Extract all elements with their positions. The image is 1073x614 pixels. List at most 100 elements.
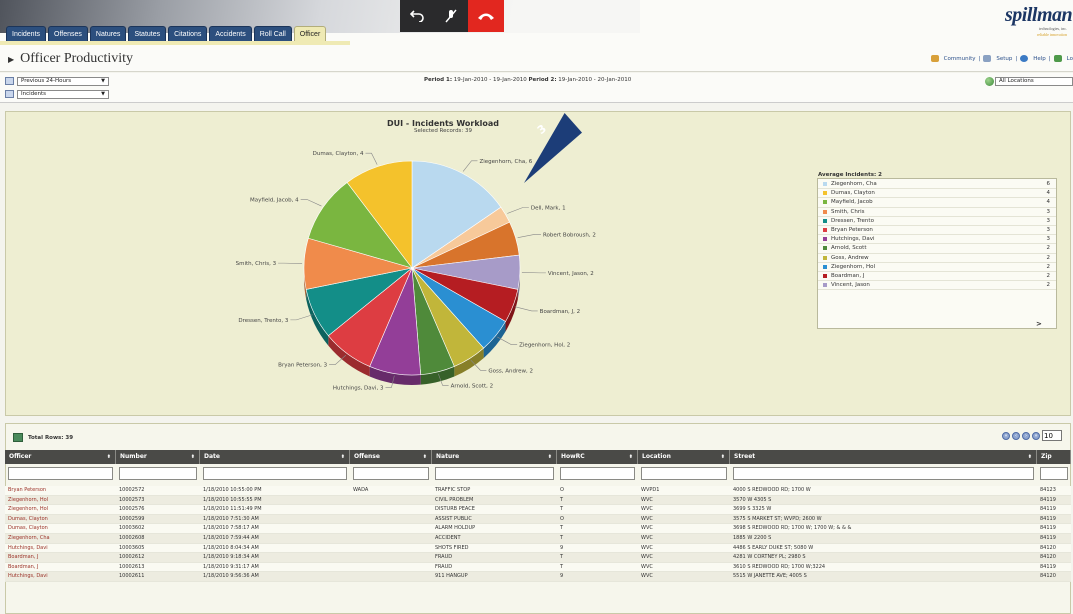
legend-item[interactable]: Ziegenhorn, Cha 6 [818,180,1056,190]
column-header-officer[interactable]: Officer ⬍ [5,450,116,464]
legend-item-value: 3 [1046,208,1051,215]
next-page-icon[interactable]: › [1022,431,1030,440]
cell-officer[interactable]: Hutchings, Davi [8,572,48,581]
app-window: Incidents Offenses Natures Statutes Citation… [0,0,1073,614]
legend-item-value: 2 [1046,263,1051,270]
cell-date: 1/18/2010 8:04:34 AM [203,544,259,551]
legend-item[interactable]: Dressen, Trento 3 [818,217,1056,226]
column-header-label: Number [120,453,147,460]
legend-swatch [823,255,827,260]
column-filter-input[interactable] [641,467,727,480]
cell-date: 1/18/2010 7:58:17 AM [203,525,259,532]
cell-officer[interactable]: Ziegenhorn, Hol [8,505,48,514]
table-row[interactable]: Dumas, Clayton 10003602 1/18/2010 7:58:17 … [5,524,1071,534]
column-filter-input[interactable] [560,467,635,480]
legend-item[interactable]: Arnold, Scott 2 [818,244,1056,254]
pie-leader-line [514,306,538,312]
cell-officer[interactable]: Ziegenhorn, Hol [8,496,48,505]
column-header-number[interactable]: Number ⬍ [116,450,200,464]
legend-item-name: Dumas, Clayton [831,190,875,197]
cell-officer[interactable]: Boardman, J [8,553,38,562]
legend-item-value: 2 [1046,282,1051,289]
cell-date: 1/18/2010 9:31:17 AM [203,563,259,570]
table-row[interactable]: Boardman, J 10002612 1/18/2010 9:18:34 AM F… [5,553,1071,563]
sort-icon[interactable]: ⬍ [629,450,633,464]
sort-icon[interactable]: ⬍ [341,450,345,464]
legend-item[interactable]: Boardman, J 2 [818,272,1056,282]
table-row[interactable]: Ziegenhorn, Hol 10002573 1/18/2010 10:55:5… [5,495,1071,506]
column-header-date[interactable]: Date ⬍ [200,450,350,464]
pie-slice-label: Ziegenhorn, Hol, 2 [519,343,570,349]
cell-street: 3575 S MARKET ST; WVPD; 2600 W [733,515,822,522]
column-filter-input[interactable] [203,467,347,480]
legend-item-name: Dressen, Trento [831,217,874,224]
pie-slice-label: Dumas, Clayton, 4 [313,151,364,157]
column-filter-input[interactable] [8,467,113,480]
legend-item[interactable]: Smith, Chris 3 [818,208,1056,217]
column-header-label: Street [734,453,756,460]
column-filter-input[interactable] [353,467,429,480]
column-header-howrc[interactable]: HowRC ⬍ [557,450,638,464]
legend-item[interactable]: Ziegenhorn, Hol 2 [818,263,1056,272]
cell-zip: 84119 [1040,496,1056,503]
sort-icon[interactable]: ⬍ [1028,450,1032,464]
cell-number: 10002608 [119,535,145,541]
column-header-location[interactable]: Location ⬍ [638,450,730,464]
legend-item[interactable]: Hutchings, Davi 3 [818,235,1056,245]
legend-item[interactable]: Dumas, Clayton 4 [818,189,1056,199]
legend-item[interactable]: Goss, Andrew 2 [818,254,1056,263]
cell-officer[interactable]: Dumas, Clayton [8,515,48,524]
table-row[interactable]: Hutchings, Davi 10002611 1/18/2010 9:56:36… [5,572,1071,582]
column-filter-input[interactable] [119,467,197,480]
sort-icon[interactable]: ⬍ [721,450,725,464]
table-row[interactable]: Boardman, J 10002613 1/18/2010 9:31:17 AM F… [5,562,1071,573]
cell-street: 4486 S EARLY DUKE ST; 5080 W [733,544,814,551]
sort-icon[interactable]: ⬍ [191,450,195,464]
legend-item-name: Mayfield, Jacob [831,199,873,206]
last-page-icon[interactable]: » [1032,431,1040,440]
column-header-offense[interactable]: Offense ⬍ [350,450,432,464]
cell-officer[interactable]: Ziegenhorn, Cha [8,534,50,543]
column-filter-input[interactable] [435,467,554,480]
legend-item[interactable]: Mayfield, Jacob 4 [818,198,1056,208]
pager: « ‹ › » 10 [1002,430,1062,441]
cell-nature: CIVIL PROBLEM [435,496,474,503]
first-page-icon[interactable]: « [1002,431,1010,440]
table-row[interactable]: Ziegenhorn, Hol 10002576 1/18/2010 11:51:4… [5,505,1071,515]
column-header-zip[interactable]: Zip [1037,450,1071,464]
cell-howrc: 9 [560,544,564,551]
table-row[interactable]: Hutchings, Davi 10003605 1/18/2010 8:04:34… [5,543,1071,554]
legend-item-name: Goss, Andrew [831,254,869,261]
cell-officer[interactable]: Boardman, J [8,563,38,572]
legend-item[interactable]: Vincent, Jason 2 [818,281,1056,291]
pie-slice-label: Hutchings, Davi, 3 [333,385,384,391]
legend-item-value: 4 [1046,199,1051,206]
total-rows: Total Rows: 39 [28,435,74,441]
column-filter-input[interactable] [733,467,1034,480]
sort-icon[interactable]: ⬍ [548,450,552,464]
table-row[interactable]: Dumas, Clayton 10002599 1/18/2010 7:51:30 … [5,514,1071,525]
legend-swatch [823,191,827,196]
page-size-input[interactable]: 10 [1042,430,1062,441]
cell-officer[interactable]: Bryan Peterson [8,486,46,495]
column-header-street[interactable]: Street ⬍ [730,450,1037,464]
cell-location: WVC [641,563,653,570]
legend-next-button[interactable]: > [1036,320,1042,328]
table-row[interactable]: Ziegenhorn, Cha 10002608 1/18/2010 7:59:44… [5,534,1071,544]
cell-howrc: 9 [560,573,564,580]
legend-item-value: 3 [1046,236,1051,243]
column-filter-input[interactable] [1040,467,1068,480]
prev-page-icon[interactable]: ‹ [1012,431,1020,440]
cell-officer[interactable]: Dumas, Clayton [8,524,48,533]
table-row[interactable]: Bryan Peterson 10002572 1/18/2010 10:55:00… [5,486,1071,496]
cell-howrc: T [560,535,564,541]
legend-item[interactable]: Bryan Peterson 3 [818,226,1056,236]
cell-zip: 84119 [1040,563,1056,570]
pie-slice-label: Vincent, Jason, 2 [548,271,594,277]
cell-offense: WADA [353,487,369,493]
sort-icon[interactable]: ⬍ [423,450,427,464]
cell-officer[interactable]: Hutchings, Davi [8,544,48,553]
cell-date: 1/18/2010 7:51:30 AM [203,515,259,522]
column-header-nature[interactable]: Nature ⬍ [432,450,557,464]
sort-icon[interactable]: ⬍ [107,450,111,464]
